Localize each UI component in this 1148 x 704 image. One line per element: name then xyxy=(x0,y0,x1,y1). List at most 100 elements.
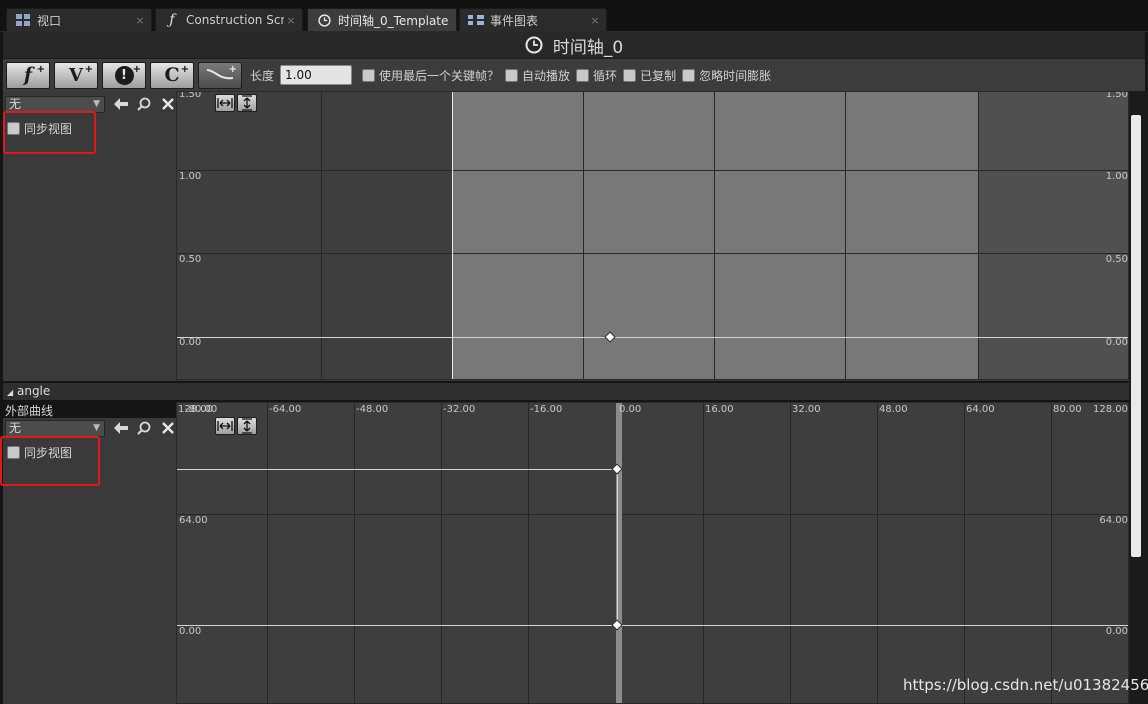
track-header-angle[interactable]: ◢ angle xyxy=(3,383,1129,400)
autoplay-checkbox[interactable] xyxy=(505,68,519,82)
grid-line xyxy=(177,170,1128,171)
highlight-box xyxy=(0,436,100,486)
curve-line xyxy=(177,469,617,470)
grid-line xyxy=(845,92,846,379)
y-axis-label-right: 1.50 xyxy=(1105,91,1128,100)
grid-line xyxy=(321,92,322,379)
y-axis-label-right: 64.00 xyxy=(1099,515,1128,526)
curve-asset-dropdown[interactable]: 无 ▼ xyxy=(5,420,105,437)
dropdown-value: 无 xyxy=(9,421,22,435)
search-icon[interactable] xyxy=(136,420,152,436)
ignore-time-dilation-checkbox[interactable] xyxy=(682,68,696,82)
loop-option[interactable]: 循环 xyxy=(576,67,617,84)
chevron-down-icon: ▼ xyxy=(93,99,100,109)
loop-checkbox[interactable] xyxy=(576,68,590,82)
curve-line xyxy=(177,625,1128,626)
grid-line xyxy=(790,403,791,703)
search-icon[interactable] xyxy=(136,96,152,112)
watermark: https://blog.csdn.net/u013824564 xyxy=(903,676,1148,694)
close-icon[interactable]: × xyxy=(284,14,298,27)
timeline-outer-range xyxy=(978,92,1128,379)
curve-line xyxy=(177,337,1128,338)
grid-line xyxy=(714,92,715,379)
fit-horizontal-button[interactable] xyxy=(215,417,235,435)
playhead[interactable] xyxy=(452,92,453,379)
tab-event-graph[interactable]: 事件图表 × xyxy=(459,8,607,31)
add-color-track-button[interactable]: C + xyxy=(150,61,194,89)
add-vector-track-button[interactable]: V + xyxy=(54,61,98,89)
page-title: 时间轴_0 xyxy=(552,37,624,58)
highlight-box xyxy=(3,111,96,154)
vector-icon: V xyxy=(69,64,83,86)
y-axis-label: 1.50 xyxy=(179,91,202,100)
grid-line xyxy=(267,403,268,703)
collapse-triangle-icon[interactable]: ◢ xyxy=(7,388,13,397)
y-axis-label-right: 1.00 xyxy=(1105,171,1128,182)
grid-line xyxy=(354,403,355,703)
y-axis-label: 64.00 xyxy=(179,515,208,526)
timeline-toolbar: f + V + ! + C + + 长度 使用最后一个关键帧？ 自动播放 循环 … xyxy=(3,59,1145,91)
replicated-label: 已复制 xyxy=(640,68,677,83)
fit-horizontal-icon xyxy=(217,421,233,431)
grid-line xyxy=(978,92,979,379)
grid-line xyxy=(877,403,878,703)
add-float-track-button[interactable]: f + xyxy=(6,61,50,89)
arrow-left-icon[interactable] xyxy=(113,96,129,112)
plus-icon: + xyxy=(180,63,189,75)
close-icon[interactable]: × xyxy=(588,14,602,27)
fit-vertical-icon xyxy=(242,418,252,434)
tab-bar: 视口 × ƒ Construction Scrip × 时间轴_0_Templa… xyxy=(0,0,1148,32)
y-axis-label: 0.00 xyxy=(179,337,202,348)
plus-icon: + xyxy=(84,63,93,75)
event-icon: ! xyxy=(114,65,134,85)
length-input[interactable] xyxy=(280,65,353,85)
dropdown-value: 无 xyxy=(9,97,22,111)
angle-track: 无 ▼ 同步视图 -80.00 -64.00 -48.00 -32.00 -16… xyxy=(0,402,1129,704)
plus-icon: + xyxy=(36,63,45,75)
tab-label: 视口 xyxy=(37,13,62,28)
ignore-time-dilation-option[interactable]: 忽略时间膨胀 xyxy=(682,67,771,84)
tab-label: 事件图表 xyxy=(490,13,539,28)
fit-vertical-button[interactable] xyxy=(237,417,257,435)
timeline-title-bar: 时间轴_0 xyxy=(3,32,1145,59)
y-axis-label: 0.00 xyxy=(179,626,202,637)
fit-horizontal-button[interactable] xyxy=(215,94,235,112)
replicated-checkbox[interactable] xyxy=(623,68,637,82)
function-icon: ƒ xyxy=(169,12,175,28)
event-graph-icon xyxy=(468,12,484,28)
grid-line xyxy=(528,403,529,703)
replicated-option[interactable]: 已复制 xyxy=(623,67,676,84)
tab-label: Construction Scrip xyxy=(186,13,284,27)
scrollbar-thumb[interactable] xyxy=(1131,115,1141,557)
x-axis-label: 16.00 xyxy=(705,404,734,415)
close-icon[interactable]: × xyxy=(133,14,147,27)
curve-graph[interactable]: -80.00 -64.00 -48.00 -32.00 -16.00 0.00 … xyxy=(176,402,1129,704)
viewport-icon xyxy=(15,12,31,28)
grid-line xyxy=(964,403,965,703)
y-axis-label: 0.50 xyxy=(179,254,202,265)
use-last-keyframe-checkbox[interactable] xyxy=(362,68,376,82)
fit-horizontal-icon xyxy=(217,98,233,108)
autoplay-option[interactable]: 自动播放 xyxy=(505,67,570,84)
close-icon[interactable] xyxy=(160,96,176,112)
fit-vertical-button[interactable] xyxy=(237,94,257,112)
grid-line xyxy=(1051,403,1052,703)
tab-viewport[interactable]: 视口 × xyxy=(6,8,152,31)
close-icon[interactable] xyxy=(160,420,176,436)
x-axis-label: 80.00 xyxy=(1053,404,1082,415)
use-last-keyframe-option[interactable]: 使用最后一个关键帧？ xyxy=(362,67,499,84)
use-last-keyframe-label: 使用最后一个关键帧？ xyxy=(379,68,500,83)
curve-graph[interactable]: 1.50 1.00 0.50 0.00 1.50 1.00 0.50 0.00 xyxy=(176,91,1129,380)
add-external-curve-button[interactable]: + xyxy=(198,61,242,89)
y-axis-label: 128.00 xyxy=(178,404,213,415)
tab-construction-script[interactable]: ƒ Construction Scrip × xyxy=(155,8,303,31)
arrow-left-icon[interactable] xyxy=(113,420,129,436)
tab-timeline-template[interactable]: 时间轴_0_Template xyxy=(307,8,457,31)
add-event-track-button[interactable]: ! + xyxy=(102,61,146,89)
chevron-down-icon: ▼ xyxy=(93,423,100,433)
y-axis-label-right: 0.00 xyxy=(1105,626,1128,637)
plus-icon: + xyxy=(132,63,141,75)
track-side-panel: 无 ▼ 同步视图 xyxy=(0,418,176,704)
length-label: 长度 xyxy=(250,68,275,83)
x-axis-label: -48.00 xyxy=(356,404,389,415)
